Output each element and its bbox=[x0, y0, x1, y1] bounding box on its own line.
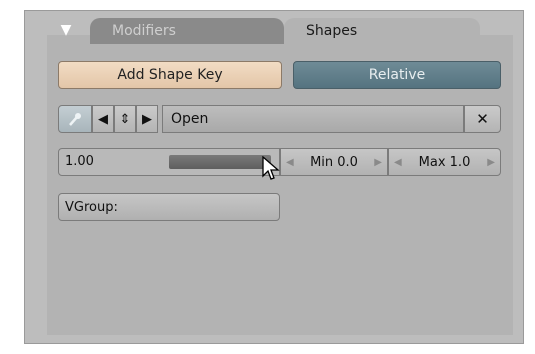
slider-value: 1.00 bbox=[65, 154, 94, 169]
vgroup-field[interactable]: VGroup: bbox=[58, 193, 280, 221]
pin-icon-graphic bbox=[69, 113, 81, 126]
close-icon[interactable]: ✕ bbox=[464, 105, 501, 133]
min-label: Min 0.0 bbox=[310, 154, 358, 170]
decrement-arrow-icon[interactable]: ◀ bbox=[286, 157, 294, 168]
prev-key-button[interactable]: ◀ bbox=[92, 105, 114, 133]
mouse-cursor-icon bbox=[262, 156, 280, 180]
add-shape-key-button[interactable]: Add Shape Key bbox=[58, 61, 282, 89]
tab-shapes[interactable]: Shapes bbox=[284, 18, 480, 44]
shape-key-row: ◀ ⇕ ▶ Open ✕ bbox=[58, 105, 501, 133]
vgroup-label: VGroup: bbox=[65, 199, 118, 215]
shape-key-name-field[interactable]: Open bbox=[162, 105, 464, 133]
value-slider[interactable]: 1.00 bbox=[58, 148, 280, 176]
relative-toggle-button[interactable]: Relative bbox=[293, 61, 501, 89]
decrement-arrow-icon[interactable]: ◀ bbox=[394, 157, 402, 168]
slider-fill bbox=[169, 155, 271, 169]
collapse-icon[interactable]: ▼ bbox=[56, 20, 76, 40]
increment-arrow-icon[interactable]: ▶ bbox=[487, 157, 495, 168]
max-label: Max 1.0 bbox=[418, 154, 471, 170]
tab-shapes-label: Shapes bbox=[306, 23, 358, 39]
pin-icon[interactable] bbox=[58, 105, 92, 133]
key-select-icon[interactable]: ⇕ bbox=[114, 105, 136, 133]
next-key-button[interactable]: ▶ bbox=[136, 105, 158, 133]
increment-arrow-icon[interactable]: ▶ bbox=[374, 157, 382, 168]
min-field[interactable]: ◀ Min 0.0 ▶ bbox=[280, 148, 388, 176]
tab-modifiers-label: Modifiers bbox=[112, 23, 176, 39]
tab-modifiers[interactable]: Modifiers bbox=[90, 18, 284, 44]
max-field[interactable]: ◀ Max 1.0 ▶ bbox=[388, 148, 501, 176]
